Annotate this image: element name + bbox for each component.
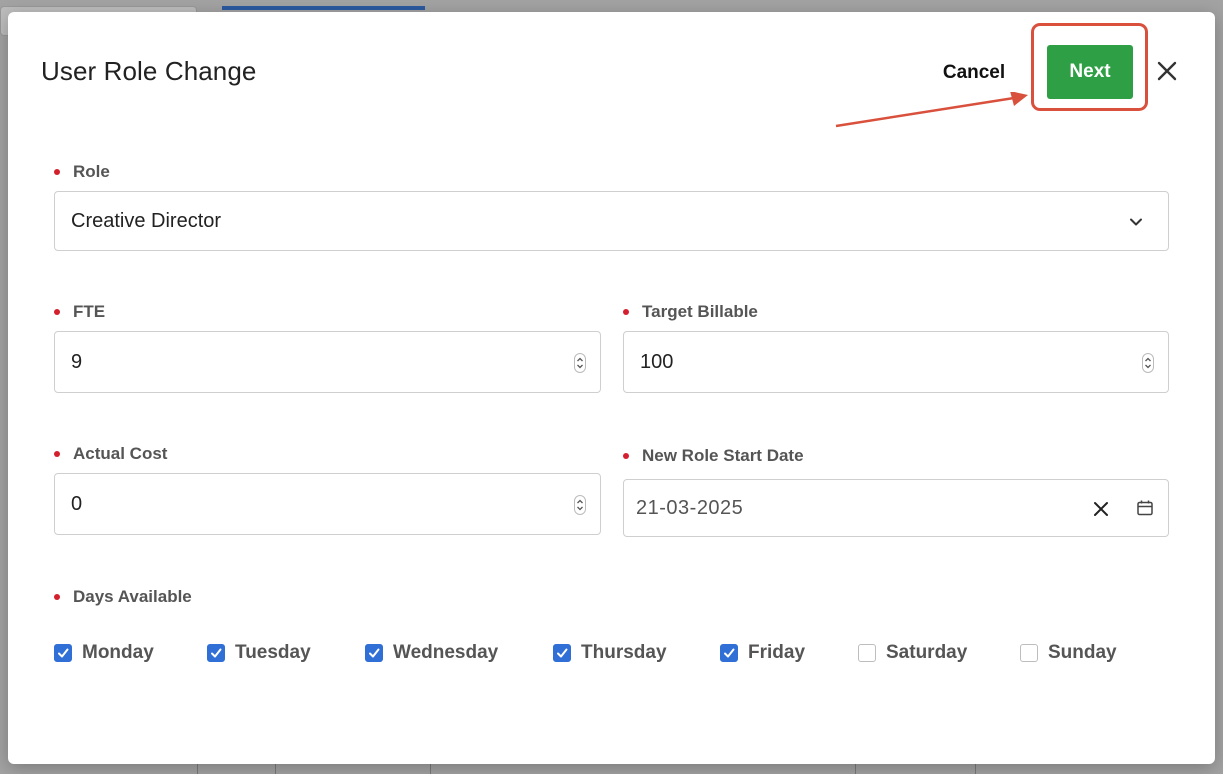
cancel-button[interactable]: Cancel (934, 58, 1014, 88)
stepper-icon[interactable] (574, 353, 586, 373)
annotation-arrow (835, 92, 1028, 128)
fte-input-value: 9 (71, 350, 83, 373)
day-label: Thursday (581, 642, 667, 663)
day-checkbox-friday[interactable]: Friday (720, 642, 805, 664)
required-indicator (623, 309, 629, 315)
checkbox[interactable] (553, 644, 571, 662)
check-icon (369, 648, 380, 658)
day-checkbox-saturday[interactable]: Saturday (858, 642, 967, 664)
days-available-label-text: Days Available (73, 587, 192, 606)
day-checkbox-thursday[interactable]: Thursday (553, 642, 667, 664)
day-label: Saturday (886, 642, 968, 663)
checkbox[interactable] (858, 644, 876, 662)
role-select-value: Creative Director (71, 209, 222, 232)
fte-label: FTE (54, 302, 105, 322)
target-billable-input[interactable]: 100 (623, 331, 1169, 393)
required-indicator (623, 453, 629, 459)
actual-cost-input-value: 0 (71, 492, 83, 515)
check-icon (724, 648, 735, 658)
day-checkbox-tuesday[interactable]: Tuesday (207, 642, 311, 664)
day-checkbox-sunday[interactable]: Sunday (1020, 642, 1117, 664)
calendar-icon[interactable] (1136, 499, 1154, 517)
close-icon[interactable] (1153, 57, 1181, 85)
clear-icon[interactable] (1092, 500, 1110, 518)
checkbox[interactable] (207, 644, 225, 662)
stepper-icon[interactable] (574, 495, 586, 515)
day-label: Wednesday (393, 642, 499, 663)
day-checkbox-monday[interactable]: Monday (54, 642, 154, 664)
actual-cost-label: Actual Cost (54, 444, 167, 464)
new-role-start-date-input[interactable]: 21-03-2025 (623, 479, 1169, 537)
checkbox[interactable] (1020, 644, 1038, 662)
check-icon (58, 648, 69, 658)
chevron-down-icon (1130, 218, 1142, 226)
next-button[interactable]: Next (1047, 45, 1133, 99)
required-indicator (54, 451, 60, 457)
role-label: Role (54, 162, 110, 182)
new-role-start-date-label-text: New Role Start Date (642, 446, 804, 465)
checkbox[interactable] (54, 644, 72, 662)
days-available-label: Days Available (54, 587, 192, 607)
target-billable-label: Target Billable (623, 302, 758, 322)
role-select[interactable]: Creative Director (54, 191, 1169, 251)
new-role-start-date-label: New Role Start Date (623, 446, 804, 466)
fte-input[interactable]: 9 (54, 331, 601, 393)
actual-cost-label-text: Actual Cost (73, 444, 168, 463)
actual-cost-input[interactable]: 0 (54, 473, 601, 535)
day-label: Tuesday (235, 642, 311, 663)
check-icon (557, 648, 568, 658)
fte-label-text: FTE (73, 302, 106, 321)
user-role-change-modal: User Role Change Cancel Next Role Creati… (8, 12, 1215, 764)
required-indicator (54, 594, 60, 600)
day-label: Sunday (1048, 642, 1117, 663)
day-checkbox-wednesday[interactable]: Wednesday (365, 642, 498, 664)
checkbox[interactable] (720, 644, 738, 662)
check-icon (211, 648, 222, 658)
target-billable-label-text: Target Billable (642, 302, 758, 321)
day-label: Monday (82, 642, 154, 663)
checkbox[interactable] (365, 644, 383, 662)
modal-title: User Role Change (41, 56, 257, 86)
required-indicator (54, 309, 60, 315)
stepper-icon[interactable] (1142, 353, 1154, 373)
target-billable-input-value: 100 (640, 350, 674, 373)
new-role-start-date-value: 21-03-2025 (636, 496, 744, 519)
required-indicator (54, 169, 60, 175)
day-label: Friday (748, 642, 806, 663)
background-active-tab-indicator (222, 6, 425, 10)
role-label-text: Role (73, 162, 110, 181)
